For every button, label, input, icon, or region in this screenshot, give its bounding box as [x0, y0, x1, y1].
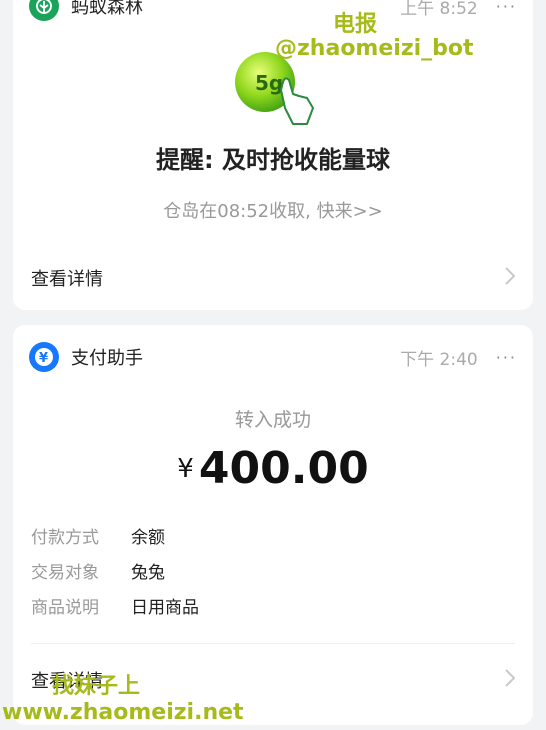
- message-time: 下午 2:40: [400, 349, 478, 370]
- leaf-icon: [36, 0, 52, 14]
- more-options-icon[interactable]: ···: [496, 0, 517, 16]
- watermark-telegram-label: 电报: [333, 12, 378, 37]
- more-options-icon[interactable]: ···: [496, 348, 517, 367]
- detail-value: 余额: [131, 528, 165, 548]
- payment-app-icon: ¥: [29, 342, 59, 372]
- detail-row: 交易对象 兔兔: [31, 558, 165, 583]
- detail-value: 兔兔: [131, 563, 165, 583]
- yuan-icon: ¥: [35, 348, 53, 366]
- divider: [31, 643, 515, 644]
- message-time: 上午 8:52: [400, 0, 478, 19]
- detail-key: 商品说明: [31, 598, 99, 618]
- svg-text:5g: 5g: [255, 71, 283, 95]
- transfer-status: 转入成功: [234, 409, 311, 431]
- view-details-row[interactable]: 查看详情: [13, 248, 533, 308]
- amount-value: 400.00: [198, 443, 369, 494]
- app-name: 支付助手: [71, 348, 143, 369]
- detail-row: 商品说明 日用商品: [31, 593, 199, 618]
- detail-value: 日用商品: [131, 598, 199, 618]
- currency-symbol: ¥: [177, 454, 194, 484]
- energy-ball-icon: 5g: [235, 52, 314, 125]
- card-header: ¥ 支付助手 下午 2:40 ···: [29, 342, 517, 372]
- reminder-subtitle[interactable]: 仓岛在08:52收取, 快来>>: [13, 197, 533, 223]
- detail-key: 付款方式: [31, 528, 99, 548]
- reminder-title: 提醒: 及时抢收能量球: [156, 146, 390, 174]
- amount-display: ¥ 400.00: [13, 443, 533, 494]
- detail-key: 交易对象: [31, 563, 99, 583]
- chevron-right-icon: [505, 669, 516, 691]
- chevron-right-icon: [505, 267, 516, 289]
- payment-assistant-card[interactable]: ¥ 支付助手 下午 2:40 ··· 转入成功 ¥ 400.00 付款方式 余额…: [13, 325, 533, 725]
- watermark-tagline: 找妹子上: [52, 674, 141, 699]
- detail-row: 付款方式 余额: [31, 523, 165, 548]
- watermark-handle: @zhaomeizi_bot: [275, 36, 474, 61]
- ant-forest-app-icon: [29, 0, 59, 21]
- energy-ball-graphic: 5g: [233, 50, 323, 130]
- svg-text:¥: ¥: [39, 351, 48, 366]
- card-header: 蚂蚁森林 上午 8:52 ···: [29, 0, 517, 21]
- app-name: 蚂蚁森林: [71, 0, 143, 18]
- watermark-url: www.zhaomeizi.net: [2, 700, 244, 725]
- view-details-label: 查看详情: [31, 269, 103, 290]
